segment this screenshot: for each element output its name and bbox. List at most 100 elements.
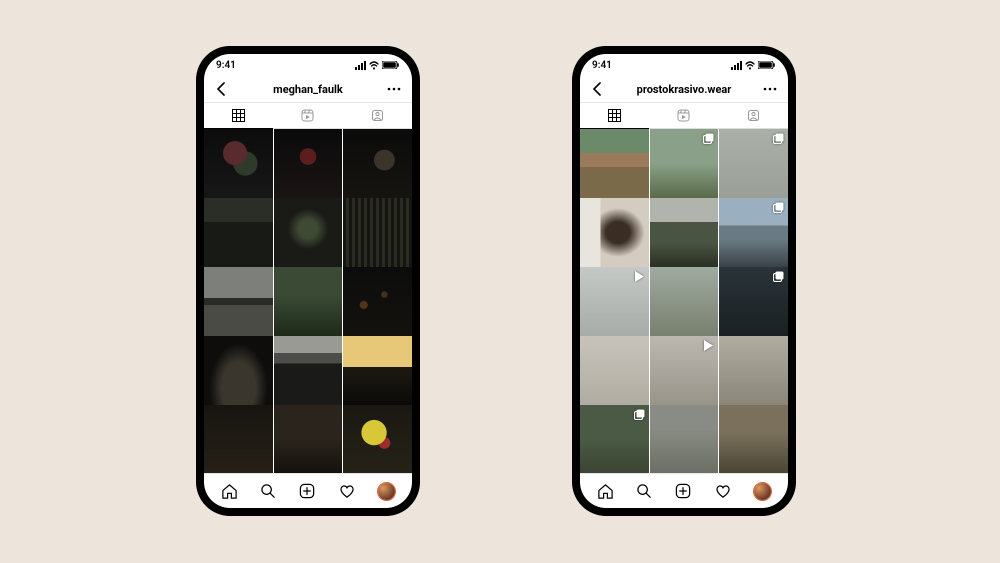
- nav-activity-button[interactable]: [337, 481, 357, 501]
- nav-profile-button[interactable]: [376, 481, 396, 501]
- nav-search-button[interactable]: [259, 481, 279, 501]
- more-options-button[interactable]: [762, 81, 778, 97]
- post-thumbnail[interactable]: [580, 129, 649, 198]
- nav-create-button[interactable]: [674, 481, 694, 501]
- cellular-icon: [731, 61, 742, 70]
- status-indicators: [355, 61, 400, 70]
- post-thumbnail[interactable]: [274, 336, 343, 405]
- post-thumbnail[interactable]: [343, 198, 412, 267]
- avatar-icon: [378, 483, 395, 500]
- heart-icon: [339, 483, 356, 500]
- status-bar: 9:41: [580, 54, 788, 76]
- search-icon: [636, 483, 653, 500]
- post-thumbnail[interactable]: [719, 267, 788, 336]
- home-icon: [597, 483, 614, 500]
- post-image: [204, 129, 273, 198]
- carousel-badge-icon: [773, 271, 784, 282]
- post-thumbnail[interactable]: [650, 267, 719, 336]
- post-image: [274, 405, 343, 473]
- tab-reels[interactable]: [649, 103, 718, 129]
- carousel-badge-icon: [703, 133, 714, 144]
- cellular-icon: [355, 61, 366, 70]
- chevron-left-icon: [215, 82, 229, 96]
- nav-profile-button[interactable]: [752, 481, 772, 501]
- profile-tabs: [580, 103, 788, 129]
- post-thumbnail[interactable]: [650, 198, 719, 267]
- post-image: [580, 198, 649, 267]
- tab-tagged[interactable]: [719, 103, 788, 129]
- post-thumbnail[interactable]: [343, 336, 412, 405]
- screen: 9:41 prostokrasivo.wear: [580, 54, 788, 508]
- post-image: [204, 267, 273, 336]
- tab-posts-grid[interactable]: [204, 103, 273, 129]
- tab-tagged[interactable]: [343, 103, 412, 129]
- post-image: [343, 198, 412, 267]
- post-thumbnail[interactable]: [204, 129, 273, 198]
- post-thumbnail[interactable]: [580, 267, 649, 336]
- posts-grid[interactable]: [580, 129, 788, 473]
- back-button[interactable]: [590, 81, 606, 97]
- post-thumbnail[interactable]: [204, 267, 273, 336]
- post-thumbnail[interactable]: [650, 405, 719, 473]
- profile-header: meghan_faulk: [204, 76, 412, 103]
- profile-username[interactable]: prostokrasivo.wear: [637, 83, 732, 96]
- post-image: [650, 405, 719, 473]
- plus-square-icon: [675, 483, 692, 500]
- nav-home-button[interactable]: [220, 481, 240, 501]
- wifi-icon: [745, 61, 755, 70]
- post-thumbnail[interactable]: [719, 198, 788, 267]
- post-image: [650, 198, 719, 267]
- post-thumbnail[interactable]: [343, 129, 412, 198]
- post-thumbnail[interactable]: [719, 405, 788, 473]
- post-image: [580, 336, 649, 405]
- post-thumbnail[interactable]: [650, 129, 719, 198]
- back-button[interactable]: [214, 81, 230, 97]
- post-thumbnail[interactable]: [274, 267, 343, 336]
- profile-username[interactable]: meghan_faulk: [273, 83, 343, 96]
- post-thumbnail[interactable]: [204, 405, 273, 473]
- grid-icon: [232, 109, 245, 122]
- chevron-left-icon: [591, 82, 605, 96]
- post-thumbnail[interactable]: [719, 129, 788, 198]
- ellipsis-icon: [763, 82, 777, 96]
- nav-search-button[interactable]: [635, 481, 655, 501]
- post-thumbnail[interactable]: [580, 405, 649, 473]
- post-image: [274, 129, 343, 198]
- bottom-nav: [580, 473, 788, 508]
- status-bar: 9:41: [204, 54, 412, 76]
- tab-reels[interactable]: [273, 103, 342, 129]
- profile-header: prostokrasivo.wear: [580, 76, 788, 103]
- post-image: [204, 405, 273, 473]
- post-image: [580, 129, 649, 198]
- post-thumbnail[interactable]: [580, 198, 649, 267]
- nav-create-button[interactable]: [298, 481, 318, 501]
- carousel-badge-icon: [634, 409, 645, 420]
- phone-mockup-right: 9:41 prostokrasivo.wear: [572, 46, 796, 516]
- nav-activity-button[interactable]: [713, 481, 733, 501]
- tab-posts-grid[interactable]: [580, 103, 649, 129]
- post-image: [204, 336, 273, 405]
- post-image: [274, 336, 343, 405]
- more-options-button[interactable]: [386, 81, 402, 97]
- post-thumbnail[interactable]: [719, 336, 788, 405]
- post-image: [719, 405, 788, 473]
- reels-icon: [301, 109, 314, 122]
- post-thumbnail[interactable]: [580, 336, 649, 405]
- profile-tabs: [204, 103, 412, 129]
- nav-home-button[interactable]: [596, 481, 616, 501]
- search-icon: [260, 483, 277, 500]
- post-thumbnail[interactable]: [343, 267, 412, 336]
- post-thumbnail[interactable]: [343, 405, 412, 473]
- post-thumbnail[interactable]: [650, 336, 719, 405]
- post-image: [204, 198, 273, 267]
- post-thumbnail[interactable]: [274, 129, 343, 198]
- post-thumbnail[interactable]: [274, 198, 343, 267]
- carousel-badge-icon: [773, 133, 784, 144]
- battery-icon: [758, 61, 776, 69]
- screen: 9:41 meghan_faulk: [204, 54, 412, 508]
- post-thumbnail[interactable]: [204, 198, 273, 267]
- post-image: [274, 267, 343, 336]
- post-thumbnail[interactable]: [204, 336, 273, 405]
- posts-grid[interactable]: [204, 129, 412, 473]
- post-thumbnail[interactable]: [274, 405, 343, 473]
